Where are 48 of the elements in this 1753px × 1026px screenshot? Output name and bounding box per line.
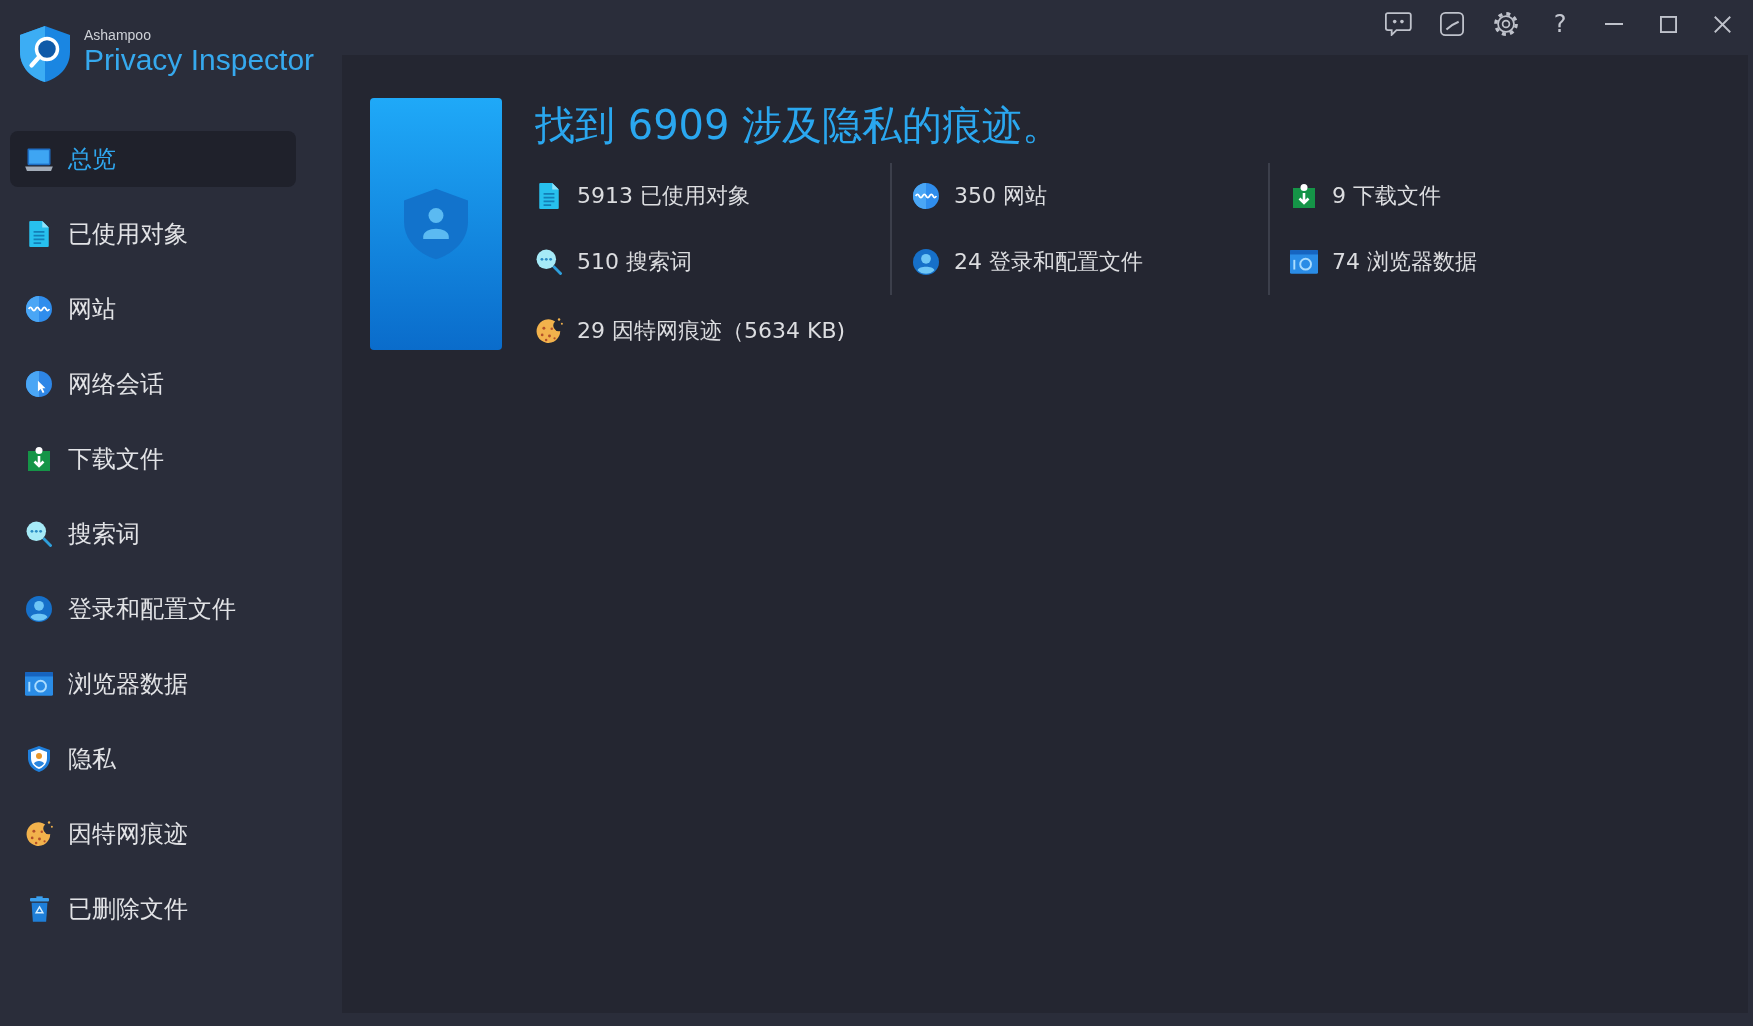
maximize-icon [1659, 15, 1677, 33]
minimize-icon [1605, 23, 1623, 25]
cookie-icon [25, 821, 53, 847]
vendor-name: Ashampoo [84, 27, 151, 43]
stat-text: 510 搜索词 [577, 248, 692, 276]
document-icon [29, 221, 49, 247]
sidebar-item[interactable]: 隐私 [10, 731, 296, 787]
speech-bubble-icon [1384, 12, 1412, 36]
globe-icon [913, 183, 939, 209]
document-icon [539, 183, 559, 209]
shield-user-icon [404, 188, 468, 260]
summary-title: 找到 6909 涉及隐私的痕迹。 [535, 102, 1063, 148]
shield-magnifier-logo [20, 26, 70, 82]
browser-window-icon [25, 672, 53, 696]
sidebar-item[interactable]: 总览 [10, 131, 296, 187]
product-name: Privacy Inspector [84, 43, 315, 77]
sidebar-item[interactable]: 已使用对象 [10, 206, 296, 262]
sidebar-item[interactable]: 浏览器数据 [10, 656, 296, 712]
sidebar-item[interactable]: 搜索词 [10, 506, 296, 562]
stat-text: 350 网站 [954, 182, 1047, 210]
sidebar-item[interactable]: 下载文件 [10, 431, 296, 487]
help-button[interactable]: ? [1533, 0, 1587, 48]
download-icon [1293, 183, 1315, 209]
browser-window-icon [1290, 250, 1318, 274]
stat-text: 9 下载文件 [1332, 182, 1441, 210]
close-icon [1713, 15, 1731, 33]
trash-icon [29, 896, 49, 922]
globe-cursor-icon [26, 371, 52, 397]
stat-text: 5913 已使用对象 [577, 182, 750, 210]
stat-text: 24 登录和配置文件 [954, 248, 1143, 276]
cookie-icon [535, 318, 563, 344]
search-icon [536, 249, 562, 275]
search-icon [26, 521, 52, 547]
download-icon [28, 446, 50, 472]
user-icon [913, 249, 939, 275]
stat-text: 74 浏览器数据 [1332, 248, 1477, 276]
stat-text: 29 因特网痕迹（5634 KB) [577, 317, 846, 345]
sidebar-item[interactable]: 网站 [10, 281, 296, 337]
sidebar-item[interactable]: 网络会话 [10, 356, 296, 412]
shield-user-icon [28, 746, 50, 772]
sidebar-item[interactable]: 已删除文件 [10, 881, 296, 937]
square-stroke-icon [1440, 12, 1464, 36]
user-icon [26, 596, 52, 622]
settings-icon [1494, 12, 1518, 36]
globe-icon [26, 296, 52, 322]
laptop-icon [25, 147, 53, 171]
sidebar-item[interactable]: 因特网痕迹 [10, 806, 296, 862]
sidebar-item[interactable]: 登录和配置文件 [10, 581, 296, 637]
